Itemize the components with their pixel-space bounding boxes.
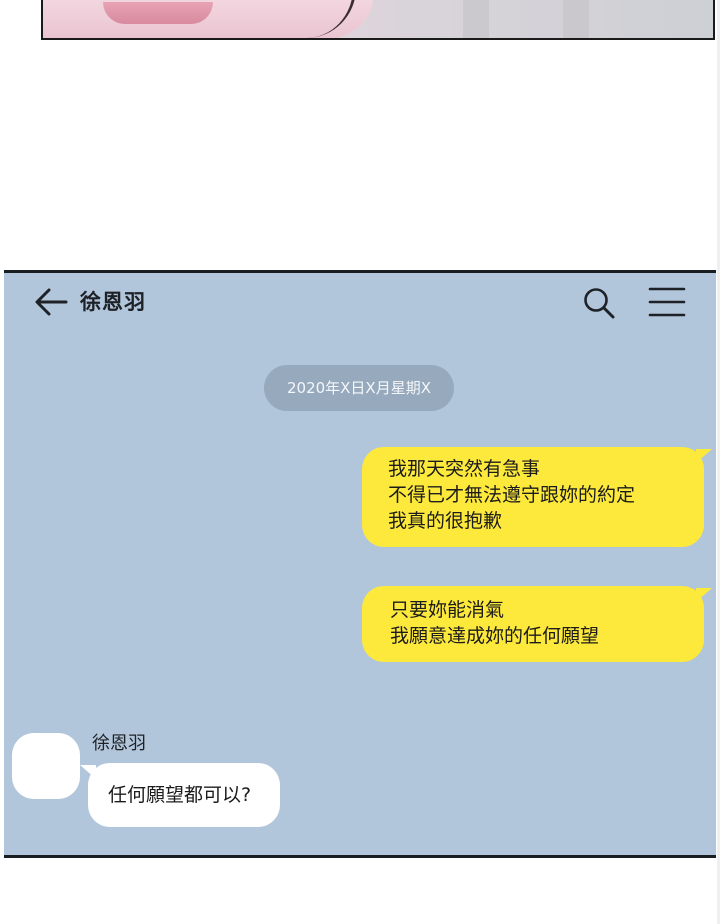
message-line: 我願意達成妳的任何願望 bbox=[390, 625, 600, 647]
message-line: 我那天突然有急事 bbox=[388, 458, 541, 480]
comic-panel-top bbox=[41, 0, 715, 40]
message-line: 只要妳能消氣 bbox=[390, 599, 505, 621]
background-bar bbox=[563, 0, 589, 38]
chat-contact-name: 徐恩羽 bbox=[80, 290, 146, 314]
lip-illustration bbox=[103, 2, 213, 24]
date-separator: 2020年X日X月星期X bbox=[264, 365, 454, 411]
outgoing-message-bubble[interactable]: 我那天突然有急事 不得已才無法遵守跟妳的約定 我真的很抱歉 bbox=[362, 447, 712, 547]
search-icon[interactable] bbox=[582, 286, 616, 320]
chat-screen: 徐恩羽 2020年X日X月星期X 我那天突然有急事 不得已才無法遵守跟妳的約定 … bbox=[4, 270, 716, 858]
arrow-left-icon[interactable] bbox=[34, 287, 68, 317]
message-line: 我真的很抱歉 bbox=[388, 510, 503, 532]
incoming-sender-name: 徐恩羽 bbox=[92, 733, 146, 754]
message-line: 不得已才無法遵守跟妳的約定 bbox=[388, 484, 636, 506]
outgoing-message-bubble[interactable]: 只要妳能消氣 我願意達成妳的任何願望 bbox=[362, 586, 712, 662]
background-bar bbox=[463, 0, 489, 38]
hamburger-menu-icon[interactable] bbox=[648, 286, 686, 318]
message-text: 任何願望都可以? bbox=[108, 784, 252, 806]
chat-header: 徐恩羽 bbox=[4, 273, 716, 333]
incoming-message-bubble[interactable]: 任何願望都可以? bbox=[80, 763, 280, 827]
contact-avatar[interactable] bbox=[12, 733, 80, 799]
